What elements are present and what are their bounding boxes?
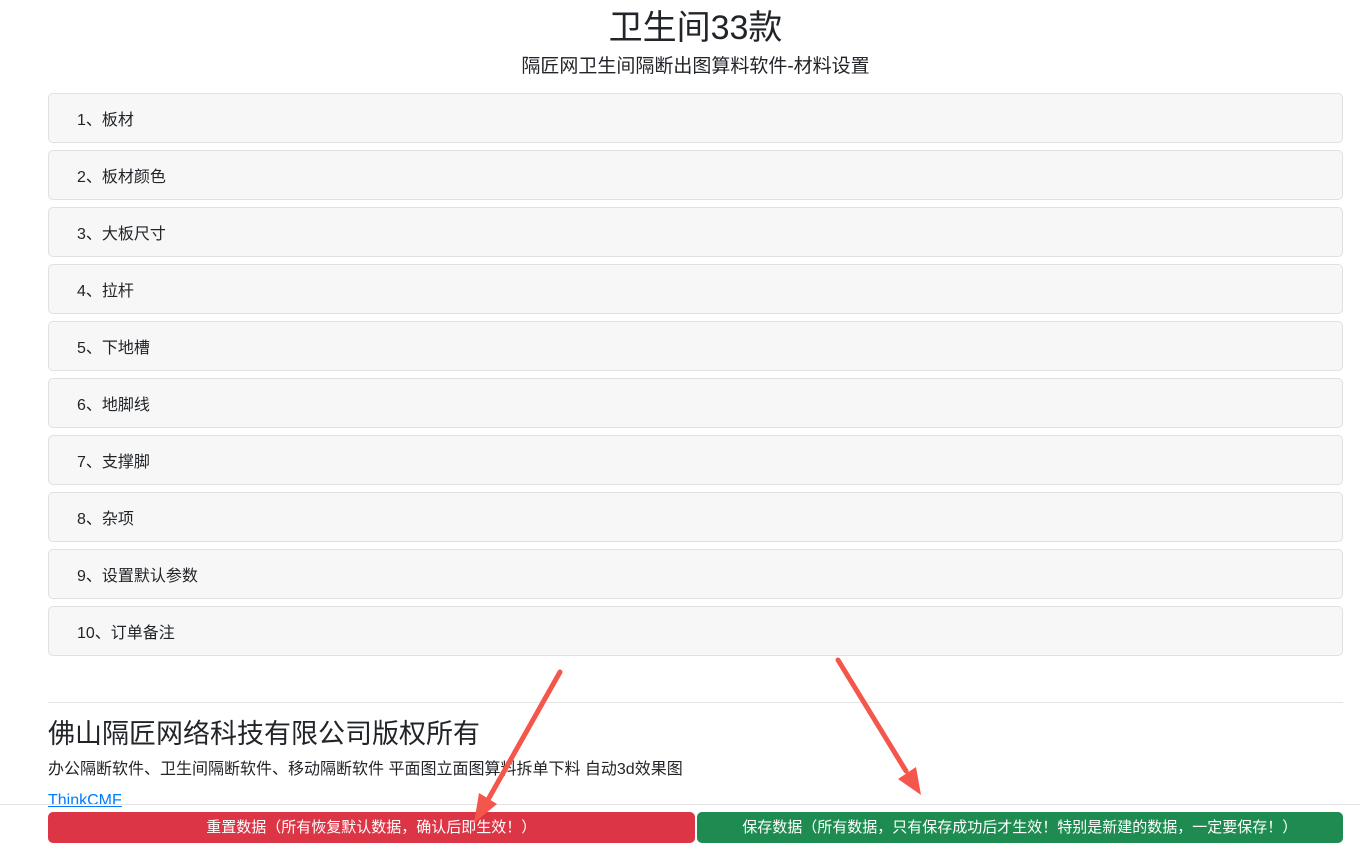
accordion-item-panel-size[interactable]: 3、大板尺寸 (48, 207, 1343, 257)
accordion-item-board[interactable]: 1、板材 (48, 93, 1343, 143)
thinkcmf-link[interactable]: ThinkCMF (48, 792, 122, 810)
company-copyright: 佛山隔匠网络科技有限公司版权所有 (48, 719, 1343, 750)
page-subtitle: 隔匠网卫生间隔断出图算料软件-材料设置 (48, 55, 1343, 80)
accordion-item-skirting[interactable]: 6、地脚线 (48, 378, 1343, 428)
bottom-bar-border (0, 804, 1360, 805)
footer-divider (48, 702, 1343, 703)
reset-data-button[interactable]: 重置数据（所有恢复默认数据，确认后即生效！） (48, 812, 695, 843)
bottom-action-bar: 重置数据（所有恢复默认数据，确认后即生效！） 保存数据（所有数据，只有保存成功后… (48, 812, 1343, 843)
accordion-item-support-foot[interactable]: 7、支撑脚 (48, 435, 1343, 485)
accordion-item-pull-rod[interactable]: 4、拉杆 (48, 264, 1343, 314)
page: 卫生间33款 隔匠网卫生间隔断出图算料软件-材料设置 1、板材 2、板材颜色 3… (0, 0, 1360, 844)
main-content: 卫生间33款 隔匠网卫生间隔断出图算料软件-材料设置 1、板材 2、板材颜色 3… (48, 0, 1343, 810)
company-description: 办公隔断软件、卫生间隔断软件、移动隔断软件 平面图立面图算料拆单下料 自动3d效… (48, 760, 1343, 781)
settings-accordion: 1、板材 2、板材颜色 3、大板尺寸 4、拉杆 5、下地槽 6、地脚线 7、支撑… (48, 93, 1343, 656)
accordion-item-board-color[interactable]: 2、板材颜色 (48, 150, 1343, 200)
accordion-item-order-notes[interactable]: 10、订单备注 (48, 606, 1343, 656)
accordion-item-floor-channel[interactable]: 5、下地槽 (48, 321, 1343, 371)
page-title: 卫生间33款 (48, 8, 1343, 48)
save-data-button[interactable]: 保存数据（所有数据，只有保存成功后才生效！特别是新建的数据，一定要保存！） (697, 812, 1344, 843)
accordion-item-misc[interactable]: 8、杂项 (48, 492, 1343, 542)
accordion-item-default-params[interactable]: 9、设置默认参数 (48, 549, 1343, 599)
